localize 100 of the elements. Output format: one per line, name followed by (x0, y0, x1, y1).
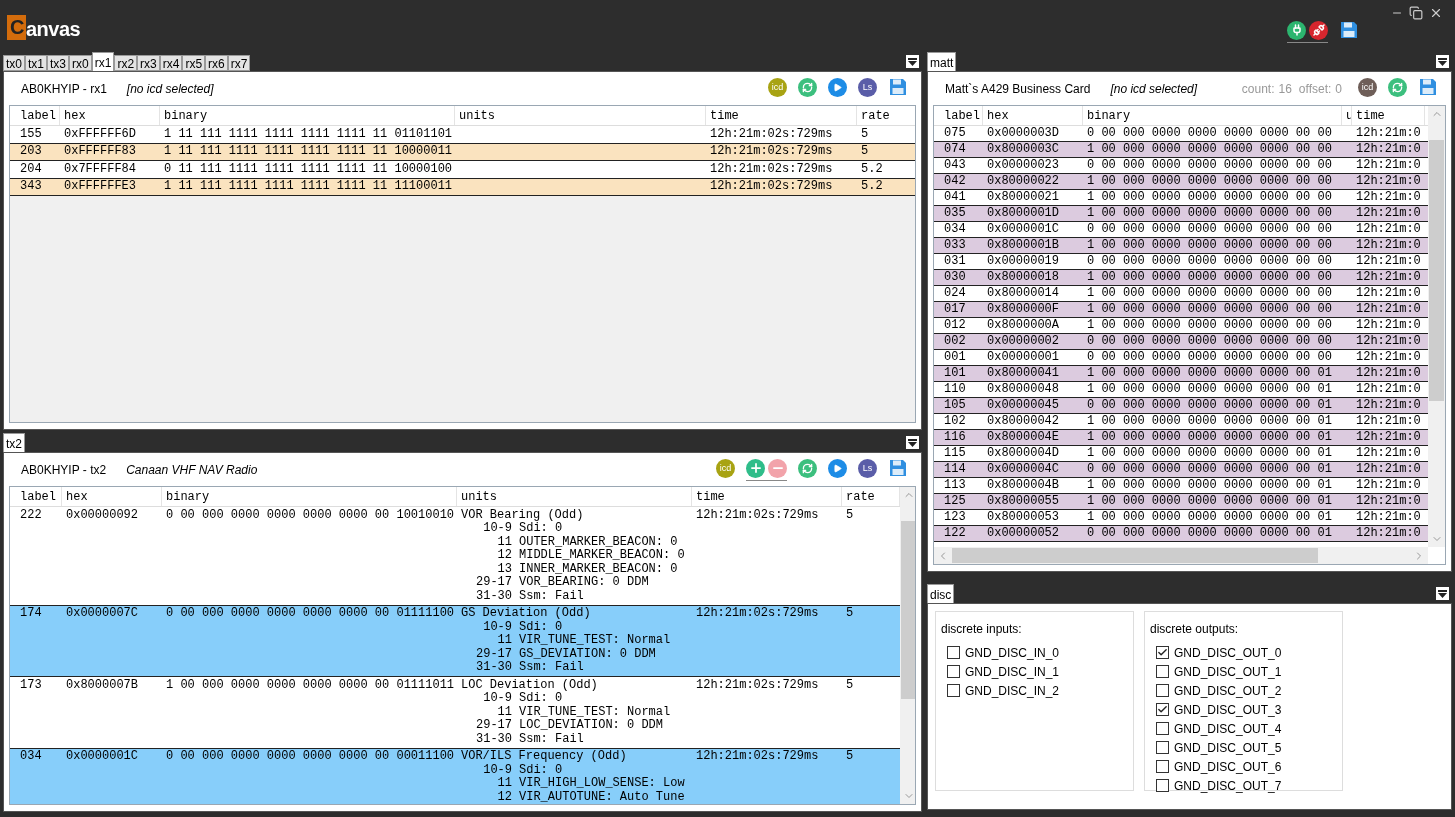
table-cell: 12h:21m:0 (1356, 142, 1421, 156)
table-row[interactable]: 115 0x8000004D 1 00 000 0000 0000 0000 0000 00 01 12h:21m:0 (934, 446, 1428, 462)
table-cell: 0 11 111 1111 1111 1111 1111 11 10000100 (164, 161, 453, 176)
column-header[interactable]: label (16, 106, 60, 125)
column-header[interactable]: hex (60, 106, 160, 125)
table-row[interactable]: 017 0x8000000F 1 00 000 0000 0000 0000 0000 00 00 12h:21m:0 (934, 302, 1428, 318)
table-row[interactable]: 034 0x0000001C 0 00 000 0000 0000 0000 0000 00 00 12h:21m:0 (934, 222, 1428, 238)
table-row[interactable]: 122 0x00000052 0 00 000 0000 0000 0000 0000 00 01 12h:21m:0 (934, 526, 1428, 542)
table-cell-text: VOR/ILS Frequency (Odd) 10-9 Sdi: 0 11 VIR_HIGH_LOW_SENSE: Low 12 VIR_AUTOTUNE: Auto Tune (461, 750, 686, 804)
table-row[interactable]: 105 0x00000045 0 00 000 0000 0000 0000 0000 00 01 12h:21m:0 (934, 398, 1428, 414)
checkbox[interactable] (947, 665, 960, 678)
table-row[interactable]: 034 0x0000001C 0 00 000 0000 0000 0000 0000 00 00011100 VOR/ILS Frequency (Odd) 10-9 Sdi: 0 11 VIR_HIGH_LOW_SENSE: Low 12 VIR_AUTOTUNE: Auto Tune 12h:21m:02s:729ms 5 (10, 748, 900, 804)
table-row[interactable]: 075 0x0000003D 0 00 000 0000 0000 0000 0000 00 00 12h:21m:0 (934, 126, 1428, 142)
column-header[interactable]: time (1352, 106, 1425, 125)
tab[interactable]: rx6 (205, 55, 228, 71)
table-row[interactable]: 074 0x8000003C 1 00 000 0000 0000 0000 0000 00 00 12h:21m:0 (934, 142, 1428, 158)
table-row[interactable] (10, 507, 900, 606)
table-row[interactable]: 035 0x8000001D 1 00 000 0000 0000 0000 0000 00 00 12h:21m:0 (934, 206, 1428, 222)
column-header[interactable]: time (706, 106, 857, 125)
column-header[interactable]: binary (162, 487, 457, 506)
table-row[interactable]: 173 0x8000007B 1 00 000 0000 0000 0000 0000 00 01111011 LOC Deviation (Odd) 10-9 Sdi: 0 11 VIR_TUNE_TEST: Normal 29-17 LOC_DEVIATION: 0 DDM 31-30 Ssm: Fail 12h:21m:02s:729ms 5 (10, 677, 900, 749)
table-row[interactable]: 002 0x00000002 0 00 000 0000 0000 0000 0000 00 00 12h:21m:0 (934, 334, 1428, 350)
tab[interactable]: tx2 (3, 433, 25, 452)
table-row[interactable]: 042 0x80000022 1 00 000 0000 0000 0000 0000 00 00 12h:21m:0 (934, 174, 1428, 190)
table-cell: 031 (944, 254, 966, 268)
table-cell: 0x00000019 (987, 254, 1059, 268)
tab[interactable]: disc (927, 584, 955, 603)
checkbox[interactable] (1156, 665, 1169, 678)
tab[interactable]: rx7 (227, 55, 251, 71)
table-row[interactable]: 033 0x8000001B 1 00 000 0000 0000 0000 0000 00 00 12h:21m:0 (934, 238, 1428, 254)
column-header[interactable]: hex (62, 487, 162, 506)
tab[interactable]: matt (927, 52, 957, 71)
checkbox-label: GND_DISC_IN_2 (965, 682, 1060, 700)
checkbox[interactable] (1156, 646, 1169, 659)
close-icon[interactable] (1429, 6, 1443, 20)
column-header[interactable]: label (16, 487, 62, 506)
panel-menu-button[interactable] (1436, 587, 1449, 600)
scrollbar[interactable] (1428, 106, 1445, 547)
tab[interactable]: rx4 (159, 55, 183, 71)
checkbox[interactable] (1156, 703, 1169, 716)
table-cell: 101 (944, 366, 966, 380)
column-header[interactable]: units (457, 487, 692, 506)
table-row[interactable]: 102 0x80000042 1 00 000 0000 0000 0000 0000 00 01 12h:21m:0 (934, 414, 1428, 430)
column-header[interactable]: units (455, 106, 706, 125)
table-row[interactable]: 123 0x80000053 1 00 000 0000 0000 0000 0000 00 01 12h:21m:0 (934, 510, 1428, 526)
checkbox[interactable] (1156, 760, 1169, 773)
app-logo: Canvas (7, 15, 81, 40)
play-button[interactable] (828, 458, 847, 478)
horizontal-scrollbar[interactable] (934, 547, 1428, 564)
checkbox[interactable] (1156, 684, 1169, 697)
disconnect-button[interactable] (1309, 20, 1328, 40)
checkbox[interactable] (947, 646, 960, 659)
table-row[interactable]: 174 0x0000007C 0 00 000 0000 0000 0000 0000 00 01111100 GS Deviation (Odd) 10-9 Sdi: 0 11 VIR_TUNE_TEST: Normal 29-17 GS_DEVIATION: 0 DDM 31-30 Ssm: Fail 12h:21m:02s:729ms 5 (10, 605, 900, 677)
table-row[interactable]: 155 0xFFFFFF6D 1 11 111 1111 1111 1111 1111 11 01101101 12h:21m:02s:729ms 5 (10, 126, 915, 144)
ls-button[interactable]: Ls (858, 77, 877, 97)
panel-menu-button[interactable] (1436, 55, 1449, 68)
table-cell: 1 00 000 0000 0000 0000 0000 00 01 (1087, 366, 1332, 380)
ls-button[interactable]: Ls (858, 458, 877, 478)
column-header[interactable]: time (692, 487, 842, 506)
panel-menu-button[interactable] (906, 436, 919, 449)
checkbox[interactable] (1156, 779, 1169, 792)
checkbox[interactable] (1156, 741, 1169, 754)
tab[interactable]: tx1 (25, 55, 48, 71)
table-row[interactable]: 101 0x80000041 1 00 000 0000 0000 0000 0000 00 01 12h:21m:0 (934, 366, 1428, 382)
tab[interactable]: rx0 (69, 55, 92, 71)
table-row[interactable]: 125 0x80000055 1 00 000 0000 0000 0000 0000 00 01 12h:21m:0 (934, 494, 1428, 510)
table-row[interactable]: 041 0x80000021 1 00 000 0000 0000 0000 0000 00 00 12h:21m:0 (934, 190, 1428, 206)
tab[interactable]: tx3 (47, 55, 70, 71)
table-row[interactable]: 024 0x80000014 1 00 000 0000 0000 0000 0000 00 00 12h:21m:0 (934, 286, 1428, 302)
panel-menu-button[interactable] (906, 55, 919, 68)
connect-button[interactable] (1287, 20, 1306, 40)
tab[interactable]: rx1 (91, 52, 115, 71)
tab[interactable]: rx5 (182, 55, 206, 71)
checkbox[interactable] (1156, 722, 1169, 735)
table-row[interactable]: 001 0x00000001 0 00 000 0000 0000 0000 0000 00 00 12h:21m:0 (934, 350, 1428, 366)
table-cell: 0 00 000 0000 0000 0000 0000 00 00 (1087, 158, 1332, 172)
tab[interactable]: rx3 (137, 55, 160, 71)
play-button[interactable] (828, 77, 847, 97)
column-header[interactable]: label (940, 106, 983, 125)
tab[interactable]: rx2 (114, 55, 138, 71)
table-row[interactable]: 204 0x7FFFFF84 0 11 111 1111 1111 1111 1111 11 10000100 12h:21m:02s:729ms 5.2 (10, 161, 915, 179)
table-row[interactable]: 116 0x8000004E 1 00 000 0000 0000 0000 0000 00 01 12h:21m:0 (934, 430, 1428, 446)
table-row[interactable]: 031 0x00000019 0 00 000 0000 0000 0000 0000 00 00 12h:21m:0 (934, 254, 1428, 270)
table-row[interactable]: 113 0x8000004B 1 00 000 0000 0000 0000 0000 00 01 12h:21m:0 (934, 478, 1428, 494)
column-header[interactable]: binary (1083, 106, 1342, 125)
table-cell: 12h:21m:0 (1356, 302, 1421, 316)
table-row[interactable]: 114 0x0000004C 0 00 000 0000 0000 0000 0000 00 01 12h:21m:0 (934, 462, 1428, 478)
scrollbar[interactable] (900, 487, 915, 804)
table-row[interactable]: 043 0x00000023 0 00 000 0000 0000 0000 0000 00 00 12h:21m:0 (934, 158, 1428, 174)
save-icon[interactable] (1339, 20, 1359, 40)
table-cell: 1 00 000 0000 0000 0000 0000 00 01 (1087, 510, 1332, 524)
checkbox[interactable] (947, 684, 960, 697)
table-row[interactable]: 030 0x80000018 1 00 000 0000 0000 0000 0000 00 00 12h:21m:0 (934, 270, 1428, 286)
table-row[interactable]: 012 0x8000000A 1 00 000 0000 0000 0000 0000 00 00 12h:21m:0 (934, 318, 1428, 334)
table-row[interactable]: 110 0x80000048 1 00 000 0000 0000 0000 0000 00 01 12h:21m:0 (934, 382, 1428, 398)
column-header[interactable]: hex (983, 106, 1083, 125)
tab[interactable]: tx0 (3, 55, 25, 71)
column-header[interactable]: rate (857, 106, 915, 125)
restore-icon[interactable] (1409, 6, 1423, 20)
column-header[interactable]: binary (160, 106, 455, 125)
